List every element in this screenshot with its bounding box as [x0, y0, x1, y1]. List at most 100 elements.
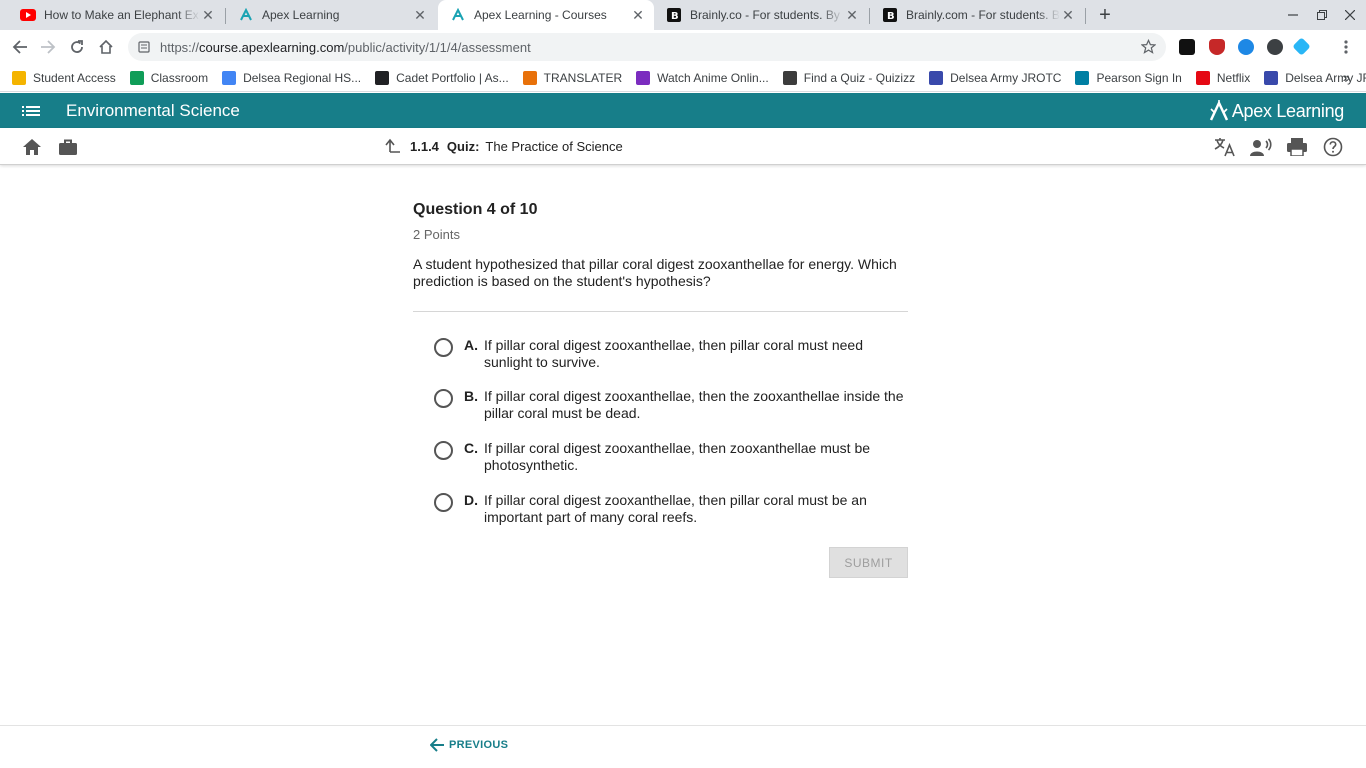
back-icon[interactable]	[8, 35, 32, 59]
browser-toolbar: https://course.apexlearning.com/public/a…	[0, 30, 1366, 64]
previous-button[interactable]: PREVIOUS	[430, 738, 508, 752]
vpn-extension-icon[interactable]	[1238, 39, 1254, 55]
bookmark-item[interactable]: Delsea Army JROTC	[1264, 70, 1366, 85]
arrow-left-icon	[430, 738, 445, 752]
address-bar[interactable]: https://course.apexlearning.com/public/a…	[128, 33, 1166, 61]
activity-breadcrumb: 1.1.4 Quiz: The Practice of Science	[384, 138, 623, 154]
choice-text: If pillar coral digest zooxanthellae, th…	[484, 388, 904, 421]
course-header: Environmental Science Apex Learning	[0, 93, 1366, 128]
choice-letter: A.	[464, 337, 478, 353]
activity-title: The Practice of Science	[485, 138, 623, 154]
apex-logo: Apex Learning	[1209, 100, 1344, 122]
activity-toolbar: 1.1.4 Quiz: The Practice of Science	[0, 128, 1366, 165]
answer-choice-a[interactable]: A. If pillar coral digest zooxanthellae,…	[434, 337, 904, 371]
bookmark-item[interactable]: Find a Quiz - Quizizz	[782, 70, 915, 85]
radio-button[interactable]	[434, 389, 453, 408]
privacy-extension-icon[interactable]	[1267, 39, 1283, 55]
shield-extension-icon[interactable]	[1209, 39, 1225, 55]
bookmark-item[interactable]: Cadet Portfolio | As...	[375, 70, 509, 85]
bookmark-favicon-icon	[636, 70, 651, 85]
question-text: A student hypothesized that pillar coral…	[413, 256, 897, 289]
up-arrow-icon[interactable]	[384, 138, 400, 154]
bookmark-item[interactable]: Netflix	[1195, 70, 1250, 85]
brainly-icon: B	[666, 7, 682, 23]
answer-choice-c[interactable]: C. If pillar coral digest zooxanthellae,…	[434, 440, 904, 474]
course-title: Environmental Science	[66, 101, 240, 120]
radio-button[interactable]	[434, 338, 453, 357]
bookmark-item[interactable]: TRANSLATER	[522, 70, 622, 85]
site-info-icon[interactable]	[138, 41, 150, 53]
browser-tab-active[interactable]: Apex Learning - Courses ✕	[438, 0, 654, 30]
bookmark-favicon-icon	[1195, 70, 1210, 85]
bookmark-favicon-icon	[522, 70, 537, 85]
reload-icon[interactable]	[65, 35, 89, 59]
restore-icon[interactable]	[1308, 0, 1336, 30]
apex-icon	[238, 7, 254, 23]
browser-tab[interactable]: How to Make an Elephant Explo ✕	[8, 0, 224, 30]
menu-icon[interactable]	[22, 102, 40, 120]
choice-text: If pillar coral digest zooxanthellae, th…	[484, 440, 871, 473]
minimize-icon[interactable]	[1279, 0, 1307, 30]
browser-tab[interactable]: B Brainly.co - For students. By stu ✕	[654, 0, 868, 30]
text-to-speech-icon[interactable]	[1250, 136, 1272, 158]
diamond-extension-icon[interactable]	[1292, 37, 1311, 56]
apex-icon	[450, 7, 466, 23]
choice-text: If pillar coral digest zooxanthellae, th…	[484, 337, 863, 370]
help-icon[interactable]	[1322, 136, 1344, 158]
bookmark-item[interactable]: Classroom	[129, 70, 208, 85]
bookmark-favicon-icon	[375, 70, 390, 85]
radio-button[interactable]	[434, 441, 453, 460]
bookmark-favicon-icon	[929, 70, 944, 85]
close-window-icon[interactable]	[1336, 0, 1364, 30]
bookmarks-bar: Student Access Classroom Delsea Regional H…	[0, 64, 1366, 92]
print-icon[interactable]	[1286, 136, 1308, 158]
close-tab-icon[interactable]: ✕	[1060, 7, 1076, 23]
choice-text: If pillar coral digest zooxanthellae, th…	[484, 492, 867, 525]
submit-button[interactable]: SUBMIT	[829, 547, 908, 578]
close-tab-icon[interactable]: ✕	[630, 7, 646, 23]
home-icon[interactable]	[21, 136, 43, 158]
bookmark-item[interactable]: Delsea Regional HS...	[222, 70, 361, 85]
browser-tab-strip: How to Make an Elephant Explo ✕ Apex Lea…	[0, 0, 1366, 30]
close-tab-icon[interactable]: ✕	[200, 7, 216, 23]
youtube-icon	[20, 7, 36, 23]
choice-letter: B.	[464, 388, 478, 404]
bookmark-item[interactable]: Watch Anime Onlin...	[636, 70, 769, 85]
translate-icon[interactable]	[1214, 136, 1236, 158]
forward-icon[interactable]	[36, 35, 60, 59]
bookmark-item[interactable]: Student Access	[12, 70, 116, 85]
more-menu-icon[interactable]	[1334, 35, 1358, 59]
question-points: 2 Points	[413, 227, 460, 242]
svg-text:B: B	[671, 11, 679, 22]
bookmark-item[interactable]: Pearson Sign In	[1075, 70, 1182, 85]
close-tab-icon[interactable]: ✕	[412, 7, 428, 23]
question-heading: Question 4 of 10	[413, 201, 538, 218]
new-tab-button[interactable]: +	[1094, 4, 1116, 26]
close-tab-icon[interactable]: ✕	[844, 7, 860, 23]
choice-letter: D.	[464, 492, 478, 508]
choice-letter: C.	[464, 440, 478, 456]
bookmarks-overflow-icon[interactable]: »	[1343, 70, 1350, 85]
svg-text:B: B	[887, 11, 895, 22]
home-icon[interactable]	[94, 35, 118, 59]
bookmark-favicon-icon	[129, 70, 144, 85]
activity-kind: Quiz:	[446, 138, 480, 154]
bookmark-favicon-icon	[1075, 70, 1090, 85]
briefcase-icon[interactable]	[57, 136, 79, 158]
bookmark-favicon-icon	[12, 70, 26, 85]
radio-button[interactable]	[434, 493, 453, 512]
brainly-icon: B	[882, 7, 898, 23]
browser-tab[interactable]: B Brainly.com - For students. By st ✕	[870, 0, 1084, 30]
bookmark-item[interactable]: Delsea Army JROTC	[929, 70, 1061, 85]
bookmark-favicon-icon	[782, 70, 797, 85]
bookmark-star-icon[interactable]	[1141, 39, 1156, 54]
activity-number: 1.1.4	[410, 138, 439, 154]
bookmark-favicon-icon	[222, 70, 237, 85]
answer-choice-d[interactable]: D. If pillar coral digest zooxanthellae,…	[434, 492, 904, 526]
footer-nav: PREVIOUS	[0, 725, 1366, 768]
bookmark-favicon-icon	[1264, 70, 1279, 85]
browser-tab[interactable]: Apex Learning ✕	[226, 0, 436, 30]
answer-choice-b[interactable]: B. If pillar coral digest zooxanthellae,…	[434, 388, 904, 422]
divider	[413, 311, 908, 312]
extension-icon[interactable]	[1179, 39, 1195, 55]
